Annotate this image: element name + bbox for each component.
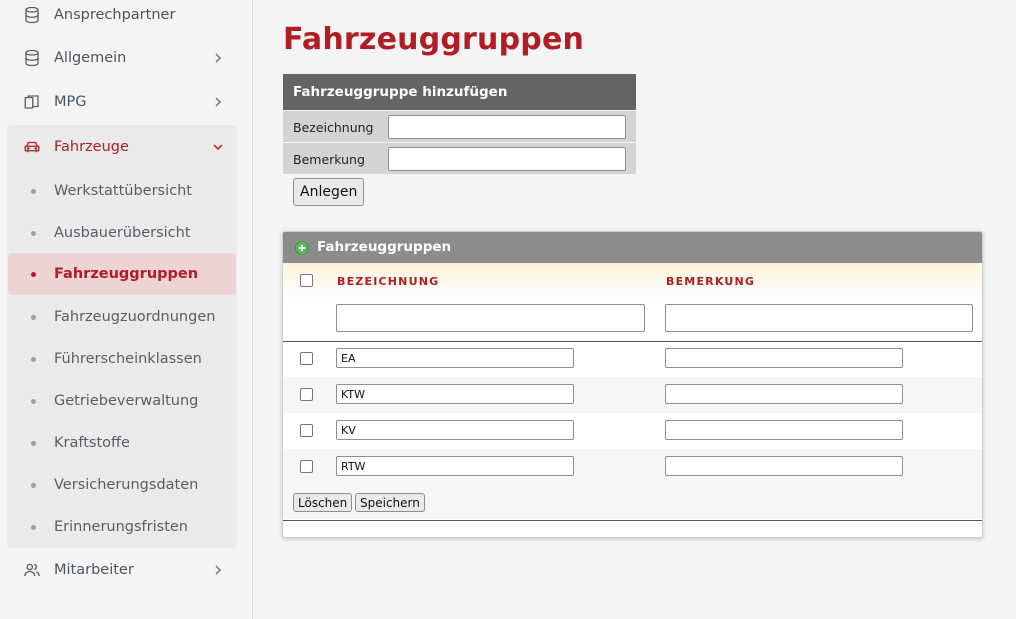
- grid-column-header-row: BEZEICHNUNG BEMERKUNG: [283, 263, 982, 299]
- sidebar-subitem-getriebeverwaltung[interactable]: Getriebeverwaltung: [8, 381, 236, 421]
- grid-action-row: Löschen Speichern: [283, 485, 982, 519]
- sidebar-subitem-label: Werkstattübersicht: [54, 183, 192, 199]
- bullet-icon: [31, 356, 36, 362]
- bullet-icon: [31, 440, 36, 446]
- sidebar-subitem-label: Erinnerungsfristen: [54, 519, 188, 535]
- database-icon: [22, 5, 42, 25]
- add-form-header: Fahrzeuggruppe hinzufügen: [283, 74, 636, 110]
- select-all-checkbox[interactable]: [300, 274, 313, 287]
- table-row: [283, 449, 982, 485]
- filter-bezeichnung-input[interactable]: [336, 304, 645, 332]
- anlegen-button[interactable]: Anlegen: [293, 178, 365, 206]
- sidebar-item-label: Mitarbeiter: [54, 562, 134, 578]
- table-row: [283, 377, 982, 413]
- sidebar-item-fahrzeuge[interactable]: Fahrzeuge: [8, 126, 236, 168]
- chevron-down-icon: [212, 141, 224, 153]
- chevron-right-icon: [212, 52, 224, 64]
- sidebar-subitem-label: Versicherungsdaten: [54, 477, 199, 493]
- sidebar: Ansprechpartner Allgemein MPG Fahrzeuge …: [0, 0, 253, 619]
- sidebar-item-label: Fahrzeuge: [54, 139, 129, 155]
- sidebar-subitem-label: Fahrzeugzuordnungen: [54, 309, 216, 325]
- table-row: [283, 341, 982, 377]
- sidebar-subitem-label: Getriebeverwaltung: [54, 393, 199, 409]
- bemerkung-input[interactable]: [388, 147, 626, 171]
- sidebar-item-label: MPG: [54, 94, 87, 110]
- sidebar-subitem-ausbaueruebersicht[interactable]: Ausbauerübersicht: [8, 213, 236, 253]
- sidebar-item-allgemein[interactable]: Allgemein: [8, 37, 236, 79]
- row-bemerkung-input[interactable]: [665, 384, 903, 404]
- sidebar-subitem-label: Ausbauerübersicht: [54, 225, 191, 241]
- row-bemerkung-input[interactable]: [665, 456, 903, 476]
- sidebar-item-ansprechpartner[interactable]: Ansprechpartner: [8, 0, 236, 36]
- sidebar-subitem-label: Führerscheinklassen: [54, 351, 202, 367]
- bullet-icon: [31, 482, 36, 488]
- form-row-bezeichnung: Bezeichnung: [283, 110, 636, 142]
- bezeichnung-input[interactable]: [388, 115, 626, 139]
- bullet-icon: [31, 230, 36, 236]
- bemerkung-label: Bemerkung: [293, 152, 365, 167]
- row-bezeichnung-input[interactable]: [336, 456, 574, 476]
- sidebar-item-label: Ansprechpartner: [54, 7, 176, 23]
- grid-header: Fahrzeuggruppen: [283, 232, 982, 263]
- sidebar-subitem-label: Fahrzeuggruppen: [54, 266, 199, 282]
- database-icon: [22, 48, 42, 68]
- bullet-icon: [31, 524, 36, 530]
- devices-icon: [22, 92, 42, 112]
- delete-button[interactable]: Löschen: [293, 493, 353, 512]
- filter-bemerkung-input[interactable]: [665, 304, 973, 332]
- form-row-bemerkung: Bemerkung: [283, 142, 636, 174]
- chevron-right-icon: [212, 96, 224, 108]
- sidebar-subitem-label: Kraftstoffe: [54, 435, 130, 451]
- bullet-icon: [31, 188, 36, 194]
- bullet-icon: [31, 271, 36, 277]
- sidebar-item-mpg[interactable]: MPG: [8, 81, 236, 123]
- grid-filter-row: [283, 299, 982, 341]
- column-header-bemerkung[interactable]: BEMERKUNG: [666, 275, 755, 288]
- row-checkbox[interactable]: [300, 388, 313, 401]
- sidebar-item-label: Allgemein: [54, 50, 127, 66]
- row-checkbox[interactable]: [300, 352, 313, 365]
- row-checkbox[interactable]: [300, 460, 313, 473]
- row-bemerkung-input[interactable]: [665, 348, 903, 368]
- sidebar-subitem-fuehrerscheinklassen[interactable]: Führerscheinklassen: [8, 339, 236, 379]
- car-icon: [22, 137, 42, 157]
- users-icon: [22, 560, 42, 580]
- chevron-right-icon: [212, 564, 224, 576]
- row-bezeichnung-input[interactable]: [336, 384, 574, 404]
- table-row: [283, 413, 982, 449]
- add-group-form: Fahrzeuggruppe hinzufügen Bezeichnung Be…: [283, 74, 636, 174]
- sidebar-subitem-werkstattuebersicht[interactable]: Werkstattübersicht: [8, 171, 236, 211]
- grid-title: Fahrzeuggruppen: [317, 239, 452, 255]
- column-header-bezeichnung[interactable]: BEZEICHNUNG: [337, 275, 439, 288]
- divider: [283, 520, 982, 521]
- page-title: Fahrzeuggruppen: [283, 22, 585, 57]
- sidebar-subitem-versicherungsdaten[interactable]: Versicherungsdaten: [8, 465, 236, 505]
- row-bezeichnung-input[interactable]: [336, 420, 574, 440]
- bullet-icon: [31, 314, 36, 320]
- row-bezeichnung-input[interactable]: [336, 348, 574, 368]
- sidebar-item-mitarbeiter[interactable]: Mitarbeiter: [8, 549, 236, 591]
- sidebar-subitem-kraftstoffe[interactable]: Kraftstoffe: [8, 423, 236, 463]
- add-circle-icon[interactable]: [295, 241, 309, 255]
- bezeichnung-label: Bezeichnung: [293, 120, 374, 135]
- row-checkbox[interactable]: [300, 424, 313, 437]
- sidebar-subitem-fahrzeugzuordnungen[interactable]: Fahrzeugzuordnungen: [8, 297, 236, 337]
- sidebar-subitem-erinnerungsfristen[interactable]: Erinnerungsfristen: [8, 507, 236, 547]
- row-bemerkung-input[interactable]: [665, 420, 903, 440]
- groups-grid: Fahrzeuggruppen BEZEICHNUNG BEMERKUNG Lö…: [282, 231, 983, 538]
- save-button[interactable]: Speichern: [355, 493, 425, 512]
- bullet-icon: [31, 398, 36, 404]
- sidebar-subitem-fahrzeuggruppen[interactable]: Fahrzeuggruppen: [8, 253, 236, 295]
